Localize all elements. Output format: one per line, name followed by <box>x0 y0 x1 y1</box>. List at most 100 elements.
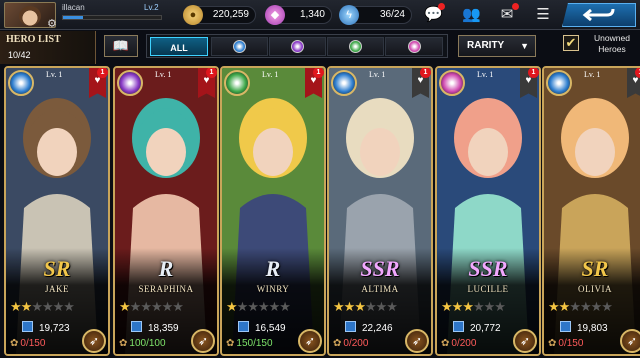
rarity-rank: SSR <box>468 256 508 281</box>
soul-stone-icon: ✿ <box>333 338 342 349</box>
rarity-rank: R <box>265 256 281 281</box>
gold-counter[interactable]: ● 220,259 <box>183 5 256 25</box>
player-avatar[interactable]: ⚙ <box>4 2 57 30</box>
wing-icon: ➶ <box>304 334 316 348</box>
filter-all-button[interactable]: ALL <box>150 37 208 56</box>
soul-stones: ✿ 0/150 <box>10 338 46 349</box>
soul-stone-icon: ✿ <box>119 338 128 349</box>
chat-button[interactable]: 💬 <box>424 3 445 24</box>
gem-icon: ◆ <box>265 5 285 25</box>
hero-level: Lv. 1 <box>262 70 279 79</box>
power-icon <box>238 321 249 332</box>
avatar-portrait <box>19 6 41 26</box>
hero-book-button[interactable]: 📖 <box>104 35 138 57</box>
evolve-button[interactable]: ➶ <box>298 329 322 353</box>
wind-element-icon <box>349 40 362 53</box>
friends-icon: 👥 <box>462 6 481 23</box>
evolve-button[interactable]: ➶ <box>513 329 537 353</box>
star-rating: ★★★★★★ <box>441 299 506 314</box>
hero-card[interactable]: Lv. 1 ♥ 1 SSR LUCILLE ★★★★★★ 20,772 ✿ 0/200 ➶ <box>435 66 541 356</box>
hero-name: WINRY <box>256 284 290 294</box>
evolve-button[interactable]: ➶ <box>82 329 106 353</box>
hero-level: Lv. 1 <box>155 70 172 79</box>
gear-icon[interactable]: ⚙ <box>47 17 57 30</box>
hero-list-header: HERO LIST 10/42 <box>0 31 96 64</box>
gold-coin-icon: ● <box>183 5 203 25</box>
wing-icon: ➶ <box>88 334 100 348</box>
hero-level: Lv. 1 <box>584 70 601 79</box>
filter-water-button[interactable] <box>211 37 268 56</box>
hero-name: ALTIMA <box>361 284 399 294</box>
star-rating: ★★★★★★ <box>548 299 613 314</box>
player-name: illacan <box>62 3 85 12</box>
rarity-rank: SR <box>581 256 609 281</box>
filter-dark-button[interactable] <box>269 37 326 56</box>
element-badge-icon <box>331 70 357 96</box>
element-badge-icon <box>117 70 143 96</box>
hero-level: Lv. 1 <box>46 70 63 79</box>
soul-stones: ✿ 0/200 <box>441 338 477 349</box>
hero-count: 10/42 <box>8 50 31 60</box>
power-icon <box>22 321 33 332</box>
sort-rarity-dropdown[interactable]: RARITY ▼ <box>458 35 536 57</box>
notification-badge: 1 <box>97 68 108 78</box>
power-icon <box>560 321 571 332</box>
chat-badge <box>438 3 445 10</box>
soul-stone-icon: ✿ <box>226 338 235 349</box>
chevron-down-icon: ▼ <box>520 41 529 51</box>
menu-icon: ☰ <box>536 6 550 23</box>
water-element-icon <box>233 40 246 53</box>
star-rating: ★★★★★★ <box>10 299 75 314</box>
hero-card[interactable]: Lv. 1 ♥ 1 R SERAPHINA ★★★★★★ 18,359 ✿ 100/100 ➶ <box>113 66 219 356</box>
hero-name: JAKE <box>45 284 69 294</box>
soul-stones: ✿ 150/150 <box>226 338 273 349</box>
wing-icon: ➶ <box>626 334 638 348</box>
evolve-button[interactable]: ➶ <box>191 329 215 353</box>
hero-card[interactable]: Lv. 1 ♥ 1 R WINRY ★★★★★★ 16,549 ✿ 150/150 ➶ <box>220 66 326 356</box>
mail-button[interactable]: ✉ <box>498 3 519 24</box>
element-badge-icon <box>224 70 250 96</box>
energy-counter[interactable]: ϟ 36/24 <box>339 5 412 25</box>
filter-light-button[interactable] <box>385 37 443 56</box>
power-icon <box>453 321 464 332</box>
energy-icon: ϟ <box>339 5 359 25</box>
element-filter-bar: ALL <box>146 34 448 58</box>
top-bar: ⚙ illacan Lv.2 ● 220,259 ◆ 1,340 ϟ 36/24… <box>0 0 640 30</box>
star-rating: ★★★★★★ <box>333 299 398 314</box>
hero-card[interactable]: Lv. 1♥1SROLIVIA★★★★★★19,803✿0/150➶ <box>542 66 640 356</box>
back-button[interactable] <box>562 3 636 27</box>
hero-name: SERAPHINA <box>138 284 194 294</box>
soul-stone-icon: ✿ <box>548 338 557 349</box>
mail-icon: ✉ <box>500 6 514 23</box>
soul-stones: ✿ 0/200 <box>333 338 369 349</box>
unowned-heroes-checkbox[interactable]: ✔ <box>563 35 579 51</box>
hero-card[interactable]: Lv. 1 ♥ 1 SR JAKE ★★★★★★ 19,723 ✿ 0/150 ➶ <box>4 66 110 356</box>
menu-button[interactable]: ☰ <box>534 6 552 24</box>
mail-badge <box>512 3 519 10</box>
dark-element-icon <box>291 40 304 53</box>
book-icon: 📖 <box>112 38 130 53</box>
soul-stones: ✿ 100/100 <box>119 338 166 349</box>
hero-name: OLIVIA <box>578 284 612 294</box>
wing-icon: ➶ <box>411 334 423 348</box>
energy-value: 36/24 <box>379 9 405 20</box>
unowned-heroes-label: Unowned Heroes <box>594 33 630 54</box>
filter-wind-button[interactable] <box>327 37 384 56</box>
player-level: Lv.2 <box>144 3 159 12</box>
gem-counter[interactable]: ◆ 1,340 <box>265 5 332 25</box>
hero-level: Lv. 1 <box>477 70 494 79</box>
wing-icon: ➶ <box>197 334 209 348</box>
rarity-rank: R <box>158 256 174 281</box>
xp-bar <box>62 15 162 20</box>
soul-stone-icon: ✿ <box>10 338 19 349</box>
friends-button[interactable]: 👥 <box>462 6 481 24</box>
star-rating: ★★★★★★ <box>119 299 184 314</box>
notification-badge: 1 <box>206 68 217 78</box>
hero-card[interactable]: Lv. 1 ♥ 1 SSR ALTIMA ★★★★★★ 22,246 ✿ 0/200 ➶ <box>327 66 433 356</box>
xp-bar-fill <box>63 16 83 19</box>
notification-badge: 1 <box>635 68 640 78</box>
evolve-button[interactable]: ➶ <box>620 329 640 353</box>
hero-list-title: HERO LIST <box>6 34 61 45</box>
notification-badge: 1 <box>528 68 539 78</box>
evolve-button[interactable]: ➶ <box>405 329 429 353</box>
